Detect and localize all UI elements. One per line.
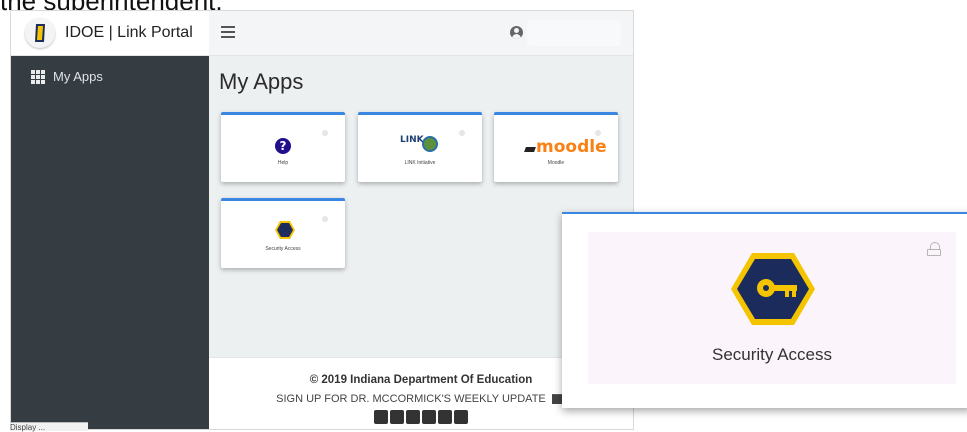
app-tile-label: Moodle	[547, 160, 565, 166]
zoomed-security-access-tile[interactable]: Security Access	[562, 212, 967, 408]
help-icon: ?	[275, 138, 291, 154]
youtube-icon[interactable]	[422, 410, 436, 424]
sidebar-item-my-apps[interactable]: My Apps	[31, 69, 103, 84]
app-tile-label: Security Access	[265, 246, 301, 252]
brand-title: IDOE | Link Portal	[65, 24, 193, 41]
key-icon	[275, 221, 295, 239]
app-tile-security-access[interactable]: Security Access	[221, 198, 345, 268]
lock-icon	[927, 242, 942, 256]
rss-icon[interactable]	[438, 410, 452, 424]
sidebar: IDOE | Link Portal My Apps	[11, 11, 209, 429]
app-tile-moodle[interactable]: moodle Moodle	[494, 112, 618, 182]
brand-header[interactable]: IDOE | Link Portal	[11, 11, 209, 56]
signup-link-label: SIGN UP FOR DR. MCCORMICK'S WEEKLY UPDAT…	[276, 393, 546, 405]
indiana-logo-icon	[25, 18, 55, 48]
page-title: My Apps	[219, 69, 304, 94]
status-tooltip: Display ...	[10, 422, 88, 432]
social-icons	[209, 410, 633, 424]
key-icon	[731, 253, 815, 325]
grid-icon	[31, 69, 45, 84]
tile-indicator-dot	[322, 130, 328, 136]
user-circle-icon[interactable]	[510, 26, 523, 39]
app-tile-link-initiative[interactable]: LINK LINK Initiative	[358, 112, 482, 182]
instagram-icon[interactable]	[390, 410, 404, 424]
app-tile-label: Help	[277, 160, 289, 166]
moodle-logo-icon: moodle	[524, 135, 607, 157]
link-initiative-logo-icon: LINK	[400, 135, 440, 157]
hamburger-icon[interactable]	[221, 26, 235, 41]
zoomed-tile-label: Security Access	[712, 345, 832, 364]
app-tile-label: LINK Initiative	[404, 160, 436, 166]
zoomed-tile-content: Security Access	[588, 232, 956, 384]
flickr-icon[interactable]	[454, 410, 468, 424]
tile-indicator-dot	[459, 130, 465, 136]
app-tile-help[interactable]: ? Help	[221, 112, 345, 182]
facebook-icon[interactable]	[374, 410, 388, 424]
user-name-box[interactable]	[527, 20, 621, 46]
sidebar-item-label: My Apps	[53, 69, 103, 84]
twitter-icon[interactable]	[406, 410, 420, 424]
tile-indicator-dot	[322, 216, 328, 222]
top-bar	[209, 11, 633, 56]
portal-window: IDOE | Link Portal My Apps My Apps ? Hel…	[10, 10, 634, 430]
